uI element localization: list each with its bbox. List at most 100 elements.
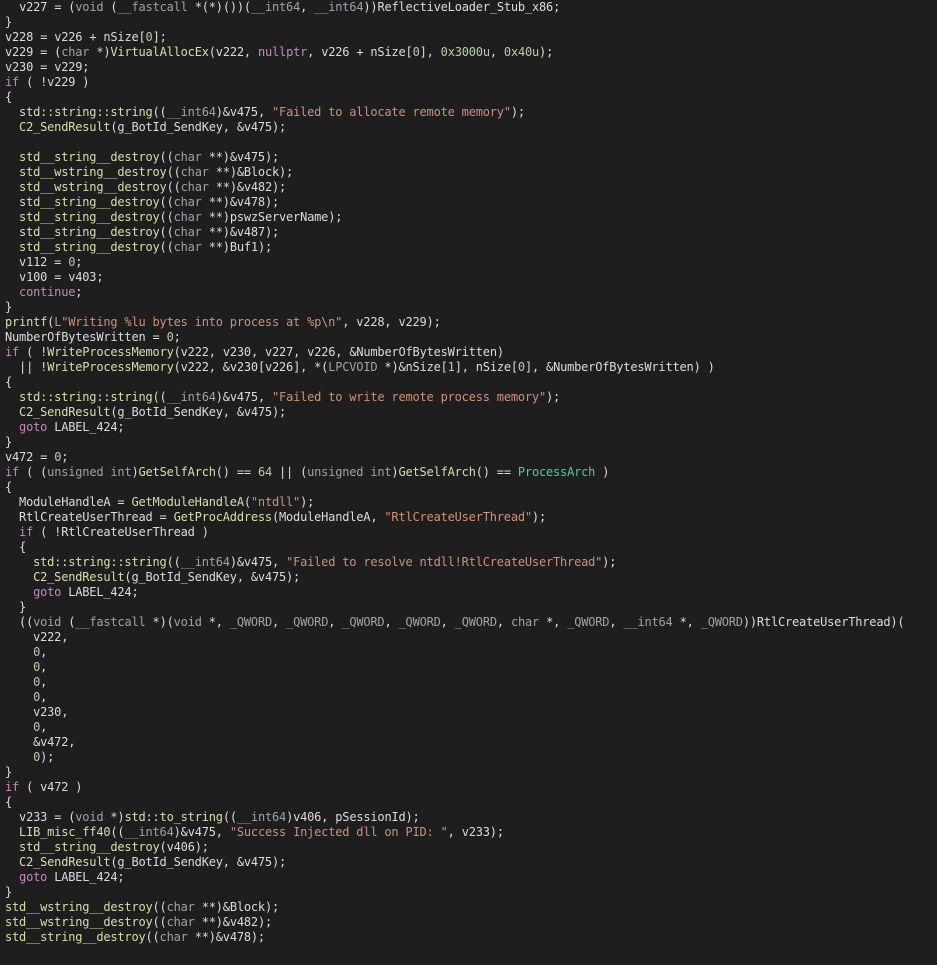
code-token: );	[300, 495, 315, 509]
code-token: v229	[54, 60, 83, 74]
code-line: if ( v472 )	[5, 780, 935, 795]
code-token: std::to_string	[124, 810, 223, 824]
code-token: ((	[166, 555, 181, 569]
code-token: =	[33, 60, 55, 74]
code-token: if	[5, 465, 20, 479]
code-line: }	[5, 300, 935, 315]
code-token: std__string__destroy	[5, 210, 160, 224]
code-token: (	[208, 45, 216, 59]
code-line: &v472,	[5, 735, 935, 750]
code-line: || !WriteProcessMemory(v222, &v230[v226]…	[5, 360, 935, 375]
code-token: v100	[5, 270, 48, 284]
code-token: Block	[243, 165, 279, 179]
code-token: v482	[243, 180, 272, 194]
code-token: );	[489, 825, 504, 839]
code-line: std__wstring__destroy((char **)&Block);	[5, 900, 935, 915]
code-token: {	[5, 375, 13, 389]
code-token: v472	[40, 735, 69, 749]
code-token: v222	[215, 45, 244, 59]
code-token: )	[595, 465, 610, 479]
code-view[interactable]: v227 = (void (__fastcall *(*)())(__int64…	[5, 0, 935, 945]
code-token: std__wstring__destroy	[5, 180, 167, 194]
code-line: v112 = 0;	[5, 255, 935, 270]
code-token: ,	[40, 720, 48, 734]
code-token: );	[279, 165, 294, 179]
code-token: , &	[236, 570, 258, 584]
code-token: std__string__destroy	[5, 195, 160, 209]
code-token: __int64	[180, 555, 230, 569]
code-token: v478	[236, 195, 265, 209]
code-token: *)	[103, 810, 125, 824]
code-token: LPCVOID	[328, 360, 378, 374]
code-token: [	[257, 360, 265, 374]
code-token: ], *(	[293, 360, 329, 374]
code-token: __int64	[314, 0, 364, 14]
code-token: );	[510, 105, 525, 119]
code-token: =	[145, 330, 167, 344]
code-token: 0	[412, 45, 420, 59]
code-token: );	[328, 210, 343, 224]
code-line: std__string__destroy((char **)&v475);	[5, 150, 935, 165]
code-token: )	[496, 345, 504, 359]
code-token: ;	[117, 420, 125, 434]
code-token: );	[257, 240, 272, 254]
code-token: +	[349, 45, 371, 59]
code-token: )	[131, 465, 139, 479]
code-token: );	[286, 570, 301, 584]
code-token: v222	[5, 630, 62, 644]
code-token: 64	[257, 465, 272, 479]
code-token: nSize	[475, 360, 511, 374]
code-token: if	[5, 525, 34, 539]
code-token: ,	[250, 345, 265, 359]
code-token: v233	[5, 810, 48, 824]
code-token: char	[159, 930, 188, 944]
code-token: )&	[215, 105, 230, 119]
code-token: {	[5, 480, 13, 494]
code-token: char	[173, 150, 202, 164]
code-token: (	[19, 780, 41, 794]
code-token: *)	[89, 45, 111, 59]
code-token: );	[271, 405, 287, 419]
code-token: v233	[461, 825, 490, 839]
code-token: v230	[5, 705, 62, 719]
code-token: ((	[159, 210, 174, 224]
code-token: NumberOfBytesWritten	[553, 360, 694, 374]
code-line: }	[5, 600, 935, 615]
code-token: ((	[152, 105, 167, 119]
code-token: *,	[539, 615, 568, 629]
code-token: LABEL_424	[54, 870, 118, 884]
code-token: , &	[222, 120, 244, 134]
code-token: 0	[166, 330, 174, 344]
code-token: _QWORD	[398, 615, 441, 629]
code-token: , &	[208, 360, 230, 374]
code-token: ], &	[524, 360, 554, 374]
code-token: (	[271, 510, 279, 524]
code-token: =	[47, 270, 69, 284]
code-line: v233 = (void *)std::to_string((__int64)v…	[5, 810, 935, 825]
code-token: v222	[180, 360, 209, 374]
code-line: }	[5, 435, 935, 450]
code-token: void	[173, 615, 202, 629]
code-token: }	[5, 300, 13, 314]
code-token: **)	[201, 240, 230, 254]
code-token: continue	[5, 285, 76, 299]
code-token: v112	[5, 255, 48, 269]
code-token: "Failed to allocate remote memory"	[272, 105, 511, 119]
code-token: ,	[293, 345, 308, 359]
code-token: std::string::string	[5, 105, 153, 119]
code-token: C2_SendResult	[5, 405, 111, 419]
code-token: 0	[145, 30, 153, 44]
code-token: );	[264, 900, 280, 914]
code-token: char	[173, 195, 202, 209]
code-token: (	[61, 615, 76, 629]
code-token: ];	[152, 30, 167, 44]
code-token: nSize	[370, 45, 406, 59]
code-line: v228 = v226 + nSize[0];	[5, 30, 935, 45]
code-line: 0,	[5, 645, 935, 660]
code-token: ,	[61, 630, 69, 644]
code-token: VirtualAllocEx	[110, 45, 209, 59]
code-token: ((	[159, 150, 174, 164]
code-line: v230 = v229;	[5, 60, 935, 75]
code-token: L"Writing %lu bytes into process at %p\n…	[54, 315, 343, 329]
